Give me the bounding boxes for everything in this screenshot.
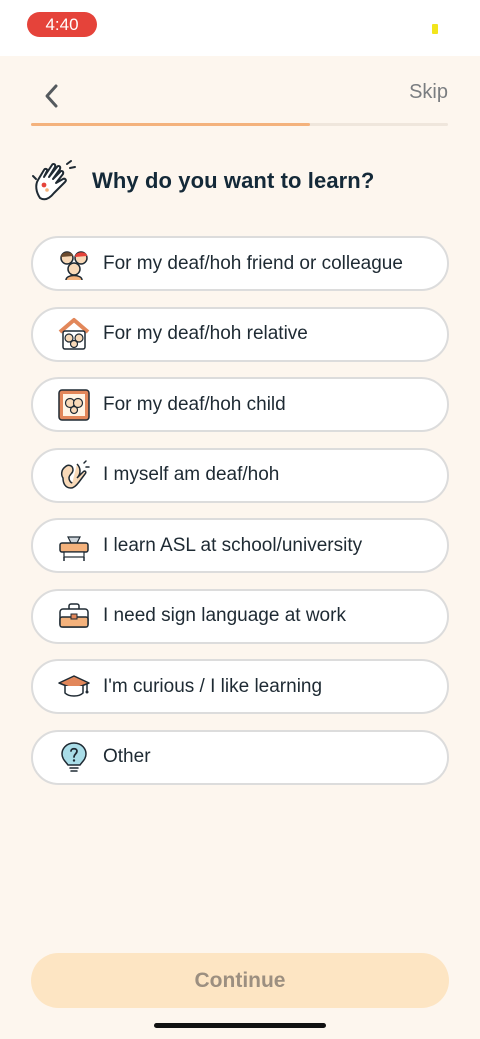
skip-button[interactable]: Skip	[409, 81, 448, 104]
question-bulb-icon	[61, 742, 87, 772]
option-label: I learn ASL at school/university	[103, 534, 363, 556]
back-button[interactable]	[34, 80, 68, 112]
option-relative[interactable]: For my deaf/hoh relative	[31, 306, 449, 362]
option-label: I'm curious / I like learning	[103, 675, 323, 697]
option-work[interactable]: I need sign language at work	[31, 588, 449, 644]
status-bar: 4:40	[0, 0, 480, 56]
options-list: For my deaf/hoh friend or colleague For …	[31, 236, 449, 800]
status-time: 4:40	[27, 12, 97, 37]
child-photo-frame-icon	[58, 388, 90, 421]
question-title: Why do you want to learn?	[92, 168, 375, 193]
progress-bar	[31, 123, 448, 126]
progress-fill	[31, 123, 311, 126]
option-label: I need sign language at work	[103, 605, 346, 626]
graduation-cap-icon	[58, 674, 90, 697]
home-indicator	[154, 1023, 326, 1028]
option-label: Other	[103, 746, 151, 767]
waving-hand-icon	[32, 160, 76, 201]
option-school[interactable]: I learn ASL at school/university	[31, 518, 449, 573]
option-label: For my deaf/hoh relative	[103, 323, 308, 344]
option-label: I myself am deaf/hoh	[103, 464, 280, 485]
battery-indicator	[432, 24, 438, 34]
option-friend-colleague[interactable]: For my deaf/hoh friend or colleague	[31, 236, 449, 291]
option-other[interactable]: Other	[31, 729, 449, 785]
briefcase-icon	[59, 603, 89, 628]
option-curious[interactable]: I'm curious / I like learning	[31, 659, 449, 714]
family-house-icon	[58, 318, 90, 350]
ear-hand-icon	[60, 460, 90, 489]
friends-group-icon	[60, 250, 88, 280]
option-child[interactable]: For my deaf/hoh child	[31, 377, 449, 432]
option-label: For my deaf/hoh child	[103, 393, 286, 415]
school-desk-icon	[59, 535, 89, 561]
continue-button[interactable]: Continue	[31, 953, 449, 1008]
option-label: For my deaf/hoh friend or colleague	[103, 252, 403, 274]
question-header: Why do you want to learn?	[30, 158, 374, 204]
option-self[interactable]: I myself am deaf/hoh	[31, 447, 449, 503]
chevron-left-icon	[45, 84, 58, 108]
